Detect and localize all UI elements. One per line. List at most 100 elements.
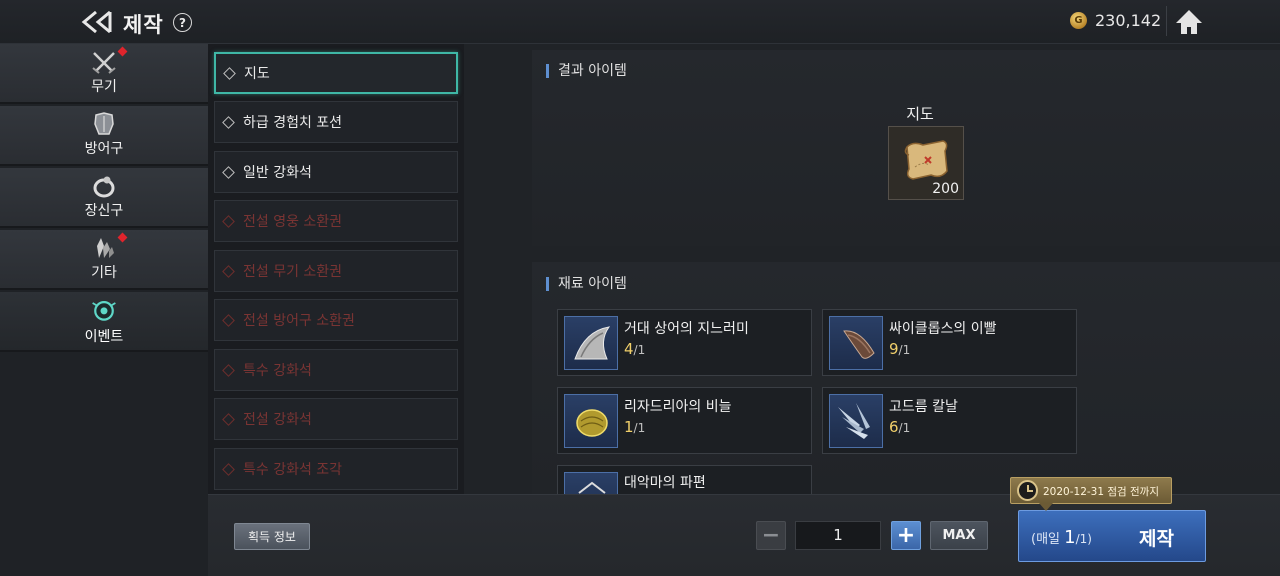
category-label: 이벤트 [84, 329, 124, 345]
recipe-label: 지도 [244, 66, 270, 82]
diamond-icon [222, 313, 235, 327]
recipe-label: 전설 방어구 소환권 [243, 313, 355, 329]
material-name: 대악마의 파편 [624, 475, 706, 491]
category-label: 기타 [91, 265, 117, 281]
material-owned: 4 [624, 340, 634, 358]
back-button[interactable] [78, 8, 116, 36]
craft-detail-panel: 결과 아이템 지도 200 재료 아이템 거대 상어의 지느러미 4/1 싸이클… [464, 44, 1280, 494]
category-accessory[interactable]: 장신구 [0, 168, 208, 228]
diamond-icon [222, 115, 235, 129]
category-event[interactable]: 이벤트 [0, 292, 208, 352]
category-weapon[interactable]: 무기 [0, 44, 208, 104]
category-label: 무기 [91, 79, 117, 95]
material-card[interactable]: 고드름 칼날 6/1 [822, 387, 1077, 454]
material-card[interactable]: 대악마의 파편 [557, 465, 812, 494]
recipe-item[interactable]: 전설 영웅 소환권 [214, 200, 458, 242]
daily-prefix: (매일 [1031, 532, 1060, 547]
page-title: 제작 [123, 13, 164, 37]
bottom-bar: 획득 정보 − 1 + MAX (매일 1/1) 제작 [208, 494, 1280, 576]
result-item-name: 지도 [906, 105, 934, 123]
material-card[interactable]: 싸이클롭스의 이빨 9/1 [822, 309, 1077, 376]
icicle-blade-icon [829, 394, 883, 448]
material-card[interactable]: 리자드리아의 비늘 1/1 [557, 387, 812, 454]
recipe-item[interactable]: 특수 강화석 [214, 349, 458, 391]
recipe-label: 전설 영웅 소환권 [243, 214, 343, 230]
recipe-item[interactable]: 특수 강화석 조각 [214, 448, 458, 490]
recipe-label: 하급 경험치 포션 [243, 115, 343, 131]
category-etc[interactable]: 기타 [0, 230, 208, 290]
diamond-icon [223, 66, 236, 80]
diamond-icon [222, 363, 235, 377]
category-sidebar: 무기 방어구 장신구 기타 이벤트 [0, 44, 208, 576]
recipe-item[interactable]: 전설 무기 소환권 [214, 250, 458, 292]
material-quantity: 4/1 [624, 340, 645, 358]
acquire-info-button[interactable]: 획득 정보 [234, 523, 310, 550]
material-name: 고드름 칼날 [889, 399, 958, 415]
new-badge [117, 232, 128, 243]
category-label: 장신구 [84, 203, 124, 219]
material-owned: 9 [889, 340, 899, 358]
clock-icon [1017, 480, 1038, 501]
daily-suffix: /1) [1075, 532, 1092, 546]
result-section: 결과 아이템 지도 200 [532, 50, 1280, 246]
gold-coin-icon: G [1070, 12, 1087, 29]
deadline-tooltip: 2020-12-31 점검 전까지 [1010, 477, 1172, 511]
result-count: 200 [932, 181, 959, 197]
scale-icon [564, 394, 618, 448]
shard-icon [564, 472, 618, 494]
diamond-icon [222, 214, 235, 228]
recipe-item[interactable]: 하급 경험치 포션 [214, 101, 458, 143]
material-required: /1 [633, 421, 646, 435]
material-name: 싸이클롭스의 이빨 [889, 321, 997, 337]
crossed-swords-icon [90, 46, 128, 74]
tooth-icon [829, 316, 883, 370]
material-card[interactable]: 거대 상어의 지느러미 4/1 [557, 309, 812, 376]
increase-quantity-button[interactable]: + [891, 521, 921, 550]
diamond-icon [222, 462, 235, 476]
back-arrow-icon [81, 10, 112, 34]
daily-count: 1 [1064, 527, 1076, 548]
craft-label: 제작 [1139, 528, 1174, 550]
section-title: 결과 아이템 [546, 64, 627, 78]
diamond-icon [222, 264, 235, 278]
quantity-field[interactable]: 1 [795, 521, 881, 550]
recipe-label: 특수 강화석 [243, 363, 312, 379]
recipe-label: 일반 강화석 [243, 165, 312, 181]
craft-button[interactable]: (매일 1/1) 제작 [1018, 510, 1206, 562]
result-item-slot[interactable]: 200 [888, 126, 964, 200]
material-quantity: 1/1 [624, 418, 645, 436]
home-icon [1176, 10, 1202, 34]
section-title: 재료 아이템 [546, 277, 627, 291]
recipe-list: 지도 하급 경험치 포션 일반 강화석 전설 영웅 소환권 전설 무기 소환권 … [208, 44, 464, 494]
material-required: /1 [898, 421, 911, 435]
event-emblem-icon [90, 296, 118, 324]
diamond-icon [222, 412, 235, 426]
recipe-item[interactable]: 지도 [214, 52, 458, 94]
material-quantity: 6/1 [889, 418, 910, 436]
decrease-quantity-button[interactable]: − [756, 521, 786, 550]
material-quantity: 9/1 [889, 340, 910, 358]
divider [1166, 6, 1167, 36]
ring-icon [90, 174, 118, 198]
recipe-item[interactable]: 전설 강화석 [214, 398, 458, 440]
material-required: /1 [633, 343, 646, 357]
material-name: 리자드리아의 비늘 [624, 399, 732, 415]
recipe-item[interactable]: 일반 강화석 [214, 151, 458, 193]
shark-fin-icon [564, 316, 618, 370]
diamond-icon [222, 165, 235, 179]
recipe-label: 특수 강화석 조각 [243, 462, 343, 478]
question-circle-icon[interactable]: ? [173, 13, 192, 32]
armor-icon [90, 112, 118, 136]
materials-section: 재료 아이템 거대 상어의 지느러미 4/1 싸이클롭스의 이빨 9/1 리자드… [532, 262, 1280, 494]
crystal-icon [90, 232, 128, 260]
home-button[interactable] [1172, 6, 1206, 38]
recipe-label: 전설 무기 소환권 [243, 264, 343, 280]
gold-amount: 230,142 [1095, 11, 1162, 30]
category-armor[interactable]: 방어구 [0, 106, 208, 166]
new-badge [117, 46, 128, 57]
material-owned: 1 [624, 418, 634, 436]
max-quantity-button[interactable]: MAX [930, 521, 988, 550]
recipe-label: 전설 강화석 [243, 412, 312, 428]
material-required: /1 [898, 343, 911, 357]
recipe-item[interactable]: 전설 방어구 소환권 [214, 299, 458, 341]
